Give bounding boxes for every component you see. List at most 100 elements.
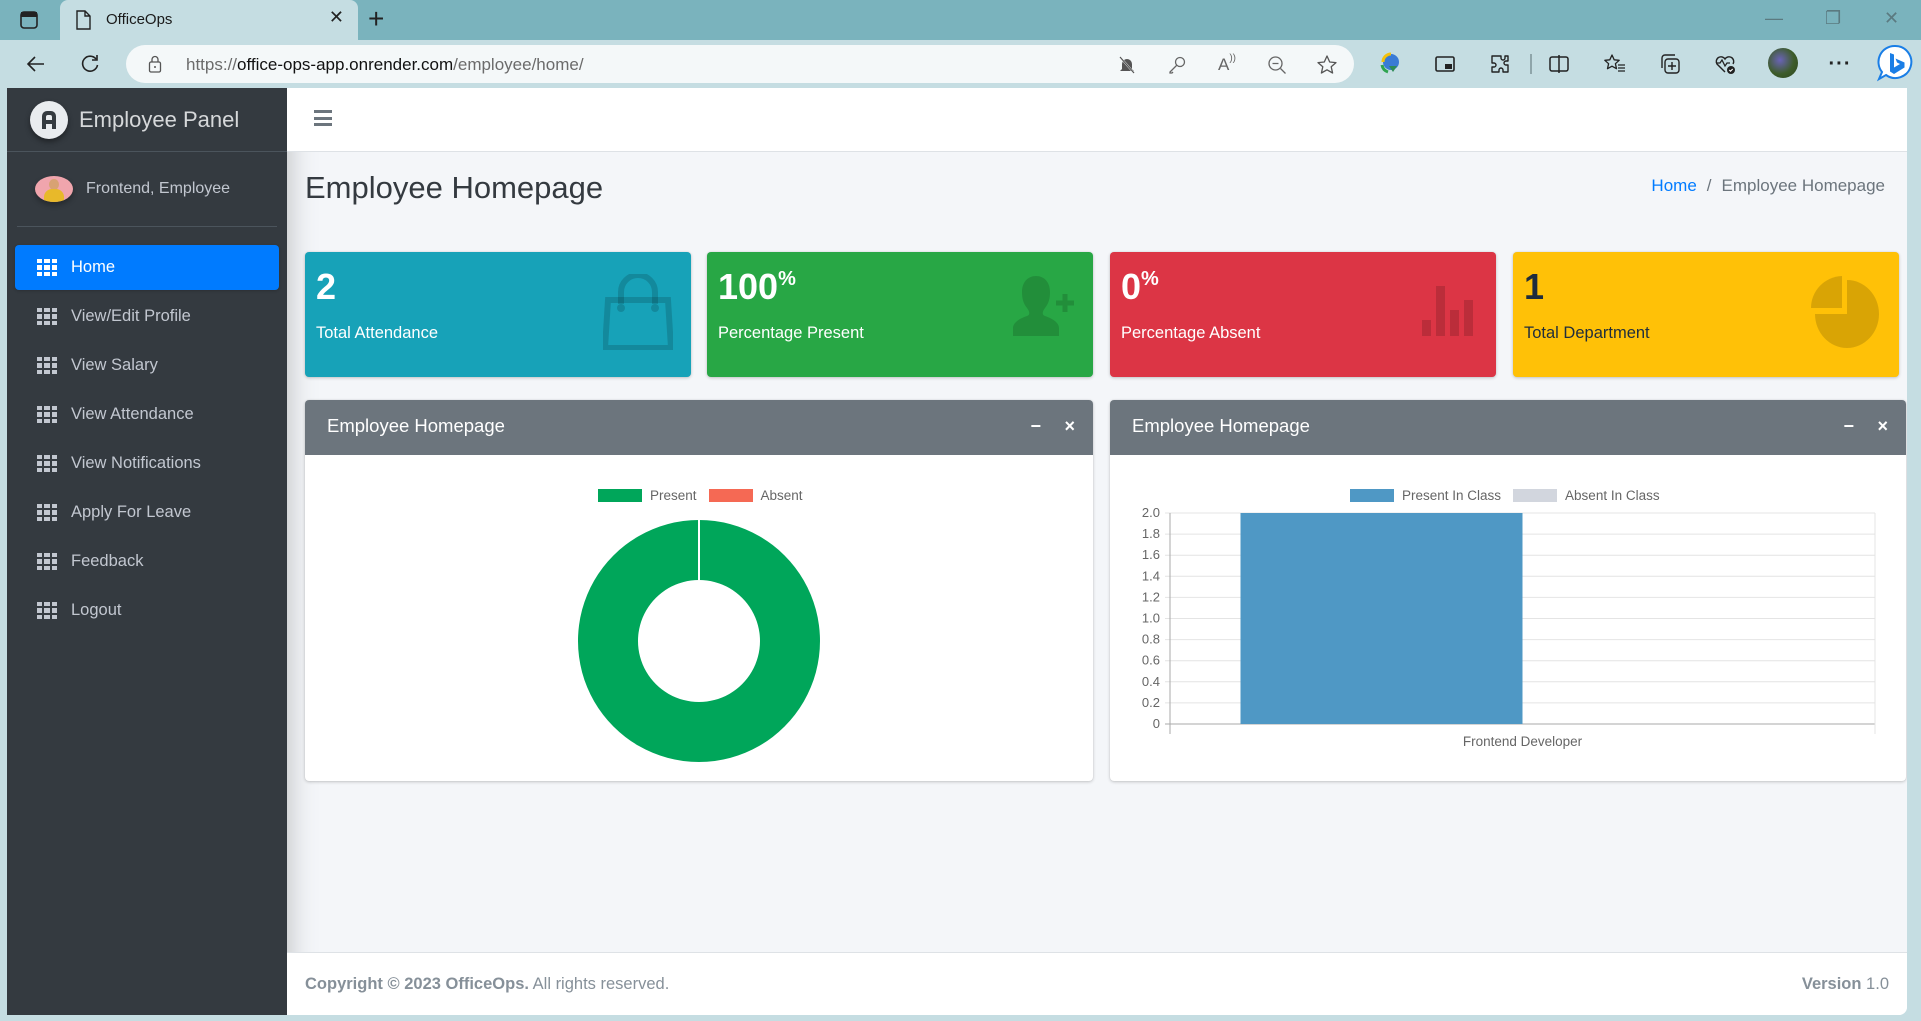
- grid-icon: [37, 455, 57, 472]
- sidebar-item-label: View Salary: [71, 356, 158, 374]
- card-body: Present Absent: [305, 455, 1093, 781]
- version-value: 1.0: [1861, 975, 1889, 993]
- sidebar-item-label: Feedback: [71, 552, 144, 570]
- stat-value: 100%: [718, 266, 796, 307]
- menu-toggle-icon[interactable]: [314, 110, 332, 126]
- y-tick-label: 0.2: [1142, 695, 1160, 710]
- grid-icon: [37, 602, 57, 619]
- shopping-bag-icon: [601, 272, 675, 355]
- y-tick-label: 1.2: [1142, 589, 1160, 604]
- back-icon[interactable]: [22, 50, 50, 78]
- minimize-icon[interactable]: —: [1765, 8, 1783, 29]
- bar-chart-icon: [1422, 286, 1478, 341]
- brand-link[interactable]: Employee Panel: [7, 88, 287, 152]
- copyright: Copyright © 2023 OfficeOps. All rights r…: [305, 975, 669, 994]
- close-card-icon[interactable]: ×: [1877, 416, 1888, 437]
- y-tick-label: 0.8: [1142, 632, 1160, 647]
- sidebar: Employee Panel Frontend, Employee Home V…: [7, 88, 287, 1015]
- footer: Copyright © 2023 OfficeOps. All rights r…: [287, 952, 1907, 1015]
- card-header: Employee Homepage − ×: [305, 400, 1093, 455]
- extensions-icon[interactable]: [1488, 52, 1512, 76]
- sidebar-item-feedback[interactable]: Feedback: [15, 539, 279, 584]
- read-aloud-icon[interactable]: A)): [1216, 53, 1238, 76]
- stat-value: 1: [1524, 266, 1545, 307]
- card-title: Employee Homepage: [1132, 415, 1310, 436]
- browser-essentials-icon[interactable]: [1713, 52, 1737, 76]
- stat-label: Percentage Absent: [1121, 324, 1261, 342]
- tab-title: OfficeOps: [106, 11, 173, 28]
- grid-icon: [37, 357, 57, 374]
- card-body: Present In Class Absent In Class 0 0.2 0.4…: [1110, 455, 1906, 781]
- sidebar-item-apply-for-leave[interactable]: Apply For Leave: [15, 490, 279, 535]
- favorites-icon[interactable]: [1603, 52, 1627, 76]
- x-tick-label: Frontend Developer: [1463, 734, 1583, 749]
- doughnut-chart: [577, 520, 820, 762]
- y-tick-label: 1.6: [1142, 547, 1160, 562]
- refresh-icon[interactable]: [76, 50, 104, 78]
- copyright-brand: Copyright © 2023 OfficeOps.: [305, 975, 529, 993]
- split-screen-icon[interactable]: [1547, 52, 1571, 76]
- url-path: /employee/home/: [453, 55, 584, 74]
- download-manager-icon[interactable]: [1378, 52, 1402, 76]
- sidebar-item-view-salary[interactable]: View Salary: [15, 343, 279, 388]
- more-menu-icon[interactable]: ···: [1828, 52, 1852, 76]
- top-navbar: [287, 88, 1907, 152]
- minimize-card-icon[interactable]: −: [1030, 416, 1041, 437]
- doughnut-slice-present[interactable]: [577, 520, 820, 762]
- grid-icon: [37, 308, 57, 325]
- sidebar-item-logout[interactable]: Logout: [15, 588, 279, 633]
- sidebar-item-label: Logout: [71, 601, 122, 619]
- stat-label: Percentage Present: [718, 324, 864, 342]
- page-title: Employee Homepage: [305, 170, 604, 205]
- address-bar[interactable]: https://office-ops-app.onrender.com/empl…: [126, 45, 1354, 83]
- close-card-icon[interactable]: ×: [1064, 416, 1075, 437]
- grid-icon: [37, 504, 57, 521]
- bing-copilot-icon[interactable]: [1876, 44, 1914, 82]
- picture-in-picture-icon[interactable]: [1433, 52, 1457, 76]
- stat-label: Total Attendance: [316, 324, 439, 342]
- bar-chart: 0 0.2 0.4 0.6 0.8 1.0 1.2 1.4 1.6 1.8 2.0 Frontend …: [1142, 505, 1876, 749]
- y-tick-label: 0.4: [1142, 674, 1160, 689]
- favorite-star-icon[interactable]: [1316, 54, 1338, 76]
- user-name: Frontend, Employee: [86, 180, 231, 197]
- breadcrumb-separator: /: [1706, 176, 1712, 195]
- browser-tab[interactable]: OfficeOps ✕: [60, 0, 358, 40]
- restore-icon[interactable]: ❐: [1825, 8, 1841, 29]
- card-header: Employee Homepage − ×: [1110, 400, 1906, 455]
- attendance-doughnut-card: Employee Homepage − × Present Absent: [305, 400, 1093, 781]
- breadcrumb-home-link[interactable]: Home: [1651, 176, 1696, 195]
- brand-logo-icon: [30, 100, 68, 139]
- sidebar-item-home[interactable]: Home: [15, 245, 279, 290]
- sidebar-item-label: View Attendance: [71, 405, 194, 423]
- sidebar-item-view-edit-profile[interactable]: View/Edit Profile: [15, 294, 279, 339]
- sidebar-nav: Home View/Edit Profile View Salary View …: [7, 227, 287, 633]
- user-avatar: [35, 176, 73, 202]
- y-tick-label: 2.0: [1142, 505, 1160, 520]
- y-tick-label: 1.4: [1142, 568, 1160, 583]
- user-panel[interactable]: Frontend, Employee: [17, 152, 277, 227]
- stat-box-percentage-present: 100% Percentage Present: [707, 252, 1093, 377]
- sidebar-item-label: View Notifications: [71, 454, 201, 472]
- sidebar-item-view-attendance[interactable]: View Attendance: [15, 392, 279, 437]
- y-tick-label: 0: [1153, 716, 1160, 731]
- lock-icon[interactable]: [148, 55, 162, 78]
- bar-present-in-class[interactable]: [1240, 513, 1523, 724]
- profile-avatar[interactable]: [1768, 48, 1798, 78]
- url-host: office-ops-app.onrender.com: [237, 55, 454, 74]
- zoom-out-icon[interactable]: [1266, 54, 1288, 76]
- url-text[interactable]: https://office-ops-app.onrender.com/empl…: [186, 55, 584, 75]
- close-window-icon[interactable]: ✕: [1884, 8, 1899, 29]
- close-tab-icon[interactable]: ✕: [329, 7, 344, 28]
- stat-label: Total Department: [1524, 324, 1650, 342]
- password-key-icon[interactable]: [1166, 54, 1188, 76]
- breadcrumb-current: Employee Homepage: [1721, 176, 1885, 195]
- minimize-card-icon[interactable]: −: [1843, 416, 1854, 437]
- new-tab-icon[interactable]: +: [368, 3, 384, 35]
- tab-actions-icon[interactable]: [18, 9, 40, 31]
- y-tick-label: 1.8: [1142, 526, 1160, 541]
- grid-icon: [37, 406, 57, 423]
- sidebar-item-view-notifications[interactable]: View Notifications: [15, 441, 279, 486]
- notifications-blocked-icon[interactable]: [1116, 54, 1138, 76]
- collections-icon[interactable]: [1658, 52, 1682, 76]
- stat-box-percentage-absent: 0% Percentage Absent: [1110, 252, 1496, 377]
